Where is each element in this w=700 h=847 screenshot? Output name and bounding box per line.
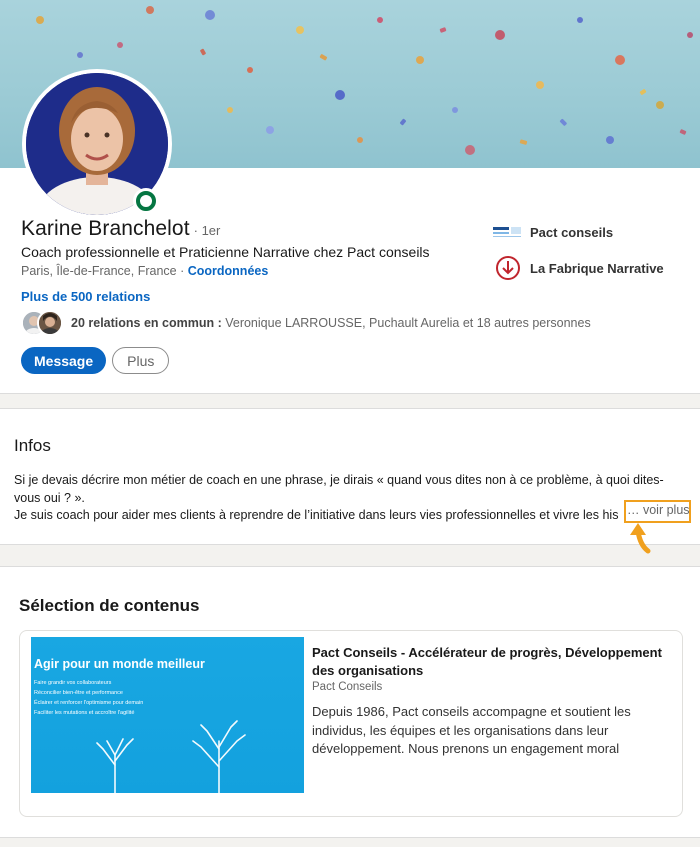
contact-info-link[interactable]: Coordonnées	[188, 264, 269, 278]
tree-illustration-icon	[96, 720, 246, 793]
profile-name: Karine Branchelot	[21, 217, 190, 240]
company-name: Pact conseils	[530, 224, 614, 240]
about-line: Je suis coach pour aider mes clients à r…	[14, 508, 619, 522]
connection-degree: · 1er	[193, 223, 221, 238]
about-text: Si je devais décrire mon métier de coach…	[14, 472, 694, 525]
message-button[interactable]: Message	[21, 347, 107, 374]
profile-card: Karine Branchelot · 1er Coach profession…	[0, 0, 700, 394]
online-status-icon	[133, 188, 159, 214]
about-line: Si je devais décrire mon métier de coach…	[14, 473, 664, 487]
mutual-count: 20 relations en commun :	[71, 316, 222, 330]
featured-item-description: Depuis 1986, Pact conseils accompagne et…	[312, 704, 631, 756]
about-section: Infos Si je devais décrire mon métier de…	[0, 408, 700, 545]
mutual-avatars	[21, 310, 65, 336]
company-name: La Fabrique Narrative	[530, 260, 664, 276]
mutual-connections-text: 20 relations en commun : Veronique LARRO…	[71, 316, 591, 330]
see-more-link[interactable]: … voir plus	[624, 500, 691, 523]
annotation-arrow-icon	[630, 523, 651, 554]
profile-location: Paris, Île-de-France, France ·	[21, 264, 185, 278]
mutual-names: Veronique LARROUSSE, Puchault Aurelia et…	[225, 316, 591, 330]
featured-item[interactable]: Agir pour un monde meilleur Faire grandi…	[19, 630, 683, 817]
mutual-avatar-icon	[37, 310, 63, 336]
name-row: Karine Branchelot · 1er	[21, 217, 220, 241]
featured-thumbnail: Agir pour un monde meilleur Faire grandi…	[31, 637, 304, 793]
featured-item-source: Pact Conseils	[312, 681, 383, 693]
fabrique-narrative-logo-icon	[493, 256, 523, 280]
company-fabrique-narrative[interactable]: La Fabrique Narrative	[493, 256, 664, 280]
company-pact-conseils[interactable]: Pact conseils	[493, 220, 664, 244]
profile-actions: Message Plus	[21, 347, 170, 374]
about-title: Infos	[14, 436, 51, 455]
pact-conseils-logo-icon	[493, 220, 523, 244]
more-button[interactable]: Plus	[112, 347, 170, 374]
experience-links: Pact conseils La Fabrique Narrative	[493, 220, 664, 292]
about-line: vous oui ? ».	[14, 490, 85, 505]
profile-headline: Coach professionnelle et Praticienne Nar…	[21, 244, 430, 260]
featured-item-title: Pact Conseils - Accélérateur de progrès,…	[312, 645, 662, 678]
featured-title: Sélection de contenus	[19, 596, 200, 615]
featured-section: Sélection de contenus Agir pour un monde…	[0, 566, 700, 838]
location-row: Paris, Île-de-France, France · Coordonné…	[21, 264, 268, 278]
mutual-connections[interactable]: 20 relations en commun : Veronique LARRO…	[21, 310, 591, 336]
connections-link[interactable]: Plus de 500 relations	[21, 289, 150, 304]
